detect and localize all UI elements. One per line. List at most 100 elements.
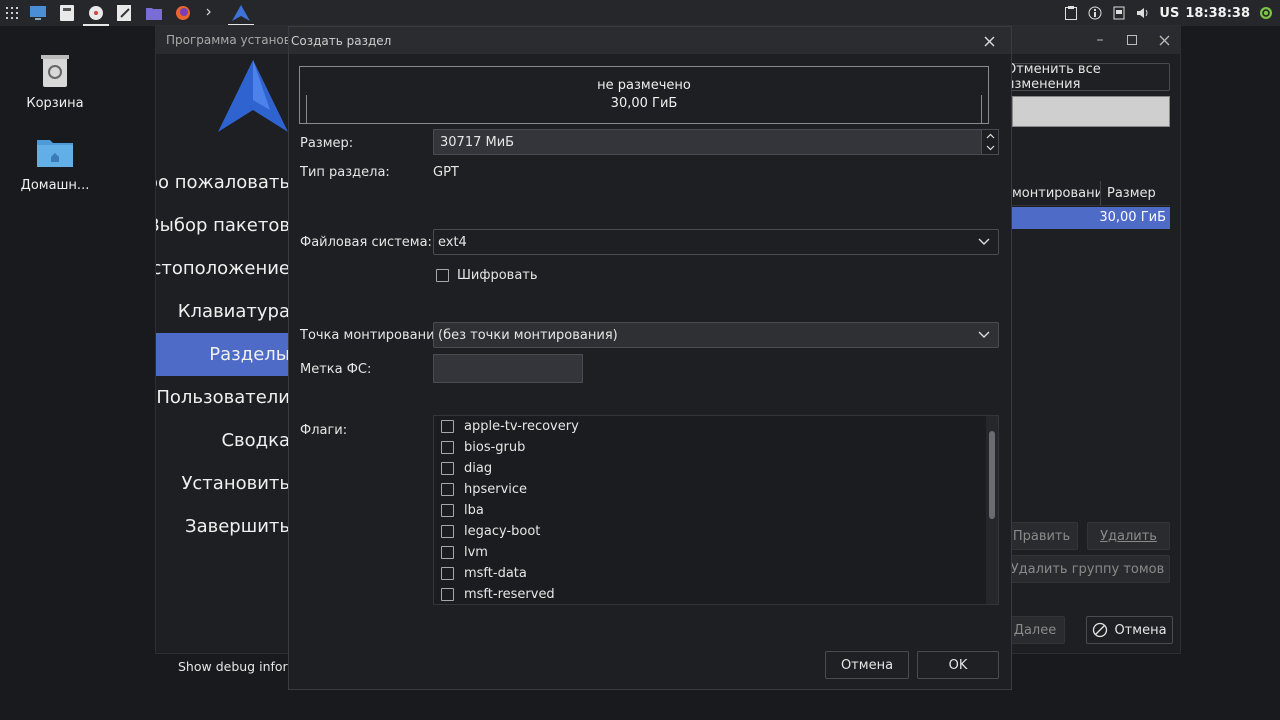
flags-scrollbar[interactable] [986,416,998,604]
mount-point-label: Точка монтирования [300,328,443,343]
dialog-cancel-button[interactable]: Отмена [825,651,909,679]
revert-all-button[interactable]: Отменить все изменения [1005,62,1170,92]
step-summary: Сводка [221,430,290,451]
chevron-down-icon [978,238,990,245]
disk-utility-icon[interactable] [83,3,109,26]
delete-volume-group-button[interactable]: Удалить группу томов [1005,555,1170,583]
column-mount: монтирования [1012,181,1101,205]
size-label: Размер: [300,136,354,151]
info-icon[interactable] [1087,5,1103,21]
clock[interactable]: 18:38:38 [1185,6,1250,21]
size-stepper[interactable] [981,130,998,154]
size-spinbox[interactable]: 30717 МиБ [433,129,999,155]
edit-button[interactable]: Править [1005,522,1078,550]
installer-cancel-label: Отмена [1114,622,1167,638]
checkbox-icon [441,588,454,601]
firefox-icon[interactable] [172,3,194,23]
list-item[interactable]: lvm [441,542,488,563]
installer-title: Программа установки [166,33,306,47]
text-editor-icon[interactable] [114,3,136,23]
desktop-icon-label: Корзина [26,96,84,111]
create-partition-dialog: Создать раздел не размечено 30,00 ГиБ Ра… [288,26,1012,690]
installer-cancel-button[interactable]: Отмена [1086,616,1173,644]
checkbox-icon [441,441,454,454]
list-item[interactable]: legacy-boot [441,521,540,542]
mount-point-value: (без точки монтирования) [438,327,618,343]
checkbox-icon [441,504,454,517]
checkbox-icon [441,420,454,433]
home-folder-icon [35,132,75,172]
delete-button[interactable]: Удалить [1087,522,1170,550]
checkbox-icon [441,567,454,580]
partition-preview-size: 30,00 ГиБ [610,96,678,111]
close-icon[interactable] [1156,32,1172,48]
column-size: Размер [1107,186,1156,201]
list-item[interactable]: hpservice [441,479,527,500]
chevron-down-icon [978,331,990,338]
dialog-ok-button[interactable]: OK [917,651,999,679]
filesystem-label: Файловая система: [300,235,432,250]
checkbox-icon [441,462,454,475]
checkbox-icon [441,546,454,559]
trash-desktop-icon[interactable]: Корзина [10,50,100,111]
desktop-icon-label: Домашн... [20,178,90,193]
clipboard-icon[interactable] [1063,5,1079,21]
partition-preview-label: не размечено [597,78,691,93]
folder-icon[interactable] [143,3,165,23]
dialog-close-icon[interactable] [981,33,997,49]
installer-sidebar: Добро пожаловать Выбор пакетов Местополо… [156,54,290,674]
partition-type-value: GPT [433,165,459,180]
dialog-titlebar[interactable]: Создать раздел [289,27,1011,54]
step-location: Местоположение [156,258,290,279]
fs-label-label: Метка ФС: [300,362,372,377]
list-item[interactable]: msft-data [441,563,527,584]
scrollbar-thumb[interactable] [989,431,995,519]
encrypt-check-icon [436,269,449,282]
step-keyboard: Клавиатура [177,301,290,322]
checkbox-icon [441,483,454,496]
encrypt-label: Шифровать [457,268,538,283]
encrypt-checkbox[interactable]: Шифровать [436,268,538,283]
list-item[interactable]: msft-reserved [441,584,555,604]
update-icon[interactable] [1258,5,1274,21]
table-row[interactable]: 30,00 ГиБ [1012,207,1170,229]
terminal-icon[interactable] [201,3,223,23]
partition-type-label: Тип раздела: [300,165,390,180]
installer-logo-icon [218,60,288,136]
size-value: 30717 МиБ [440,134,515,150]
installer-icon[interactable] [228,3,254,26]
cancel-icon [1093,622,1108,638]
fs-label-input[interactable] [433,354,583,383]
storage-bar [1012,96,1170,127]
step-welcome: Добро пожаловать [156,172,290,193]
app-grid-icon[interactable] [4,3,20,23]
minimize-icon[interactable]: – [1092,32,1108,48]
filesystem-select[interactable]: ext4 [433,229,999,255]
device-icon[interactable] [1111,5,1127,21]
step-finish: Завершить [185,516,290,537]
show-desktop-icon[interactable] [27,3,49,23]
next-button[interactable]: Далее [1005,616,1065,644]
list-item[interactable]: bios-grub [441,437,525,458]
list-item[interactable]: diag [441,458,492,479]
keyboard-layout[interactable]: US [1159,6,1179,21]
home-desktop-icon[interactable]: Домашн... [10,132,100,193]
step-packages: Выбор пакетов [156,215,290,236]
step-users: Пользователи [156,387,290,408]
partition-preview: не размечено 30,00 ГиБ [299,66,989,124]
list-item[interactable]: apple-tv-recovery [441,416,579,437]
taskbar: US 18:38:38 [0,0,1280,26]
flags-label: Флаги: [300,423,348,438]
step-partitions: Разделы [156,333,290,376]
partition-table-header: монтирования Размер [1012,181,1170,206]
trash-icon [35,50,75,90]
list-item[interactable]: lba [441,500,484,521]
flags-list[interactable]: apple-tv-recovery bios-grub diag hpservi… [433,415,999,605]
debug-toggle[interactable]: Show debug information [178,659,290,674]
file-manager-icon[interactable] [56,3,78,23]
dialog-title: Создать раздел [291,33,392,48]
maximize-icon[interactable] [1124,32,1140,48]
filesystem-value: ext4 [438,234,467,250]
volume-icon[interactable] [1135,5,1151,21]
mount-point-select[interactable]: (без точки монтирования) [433,322,999,348]
